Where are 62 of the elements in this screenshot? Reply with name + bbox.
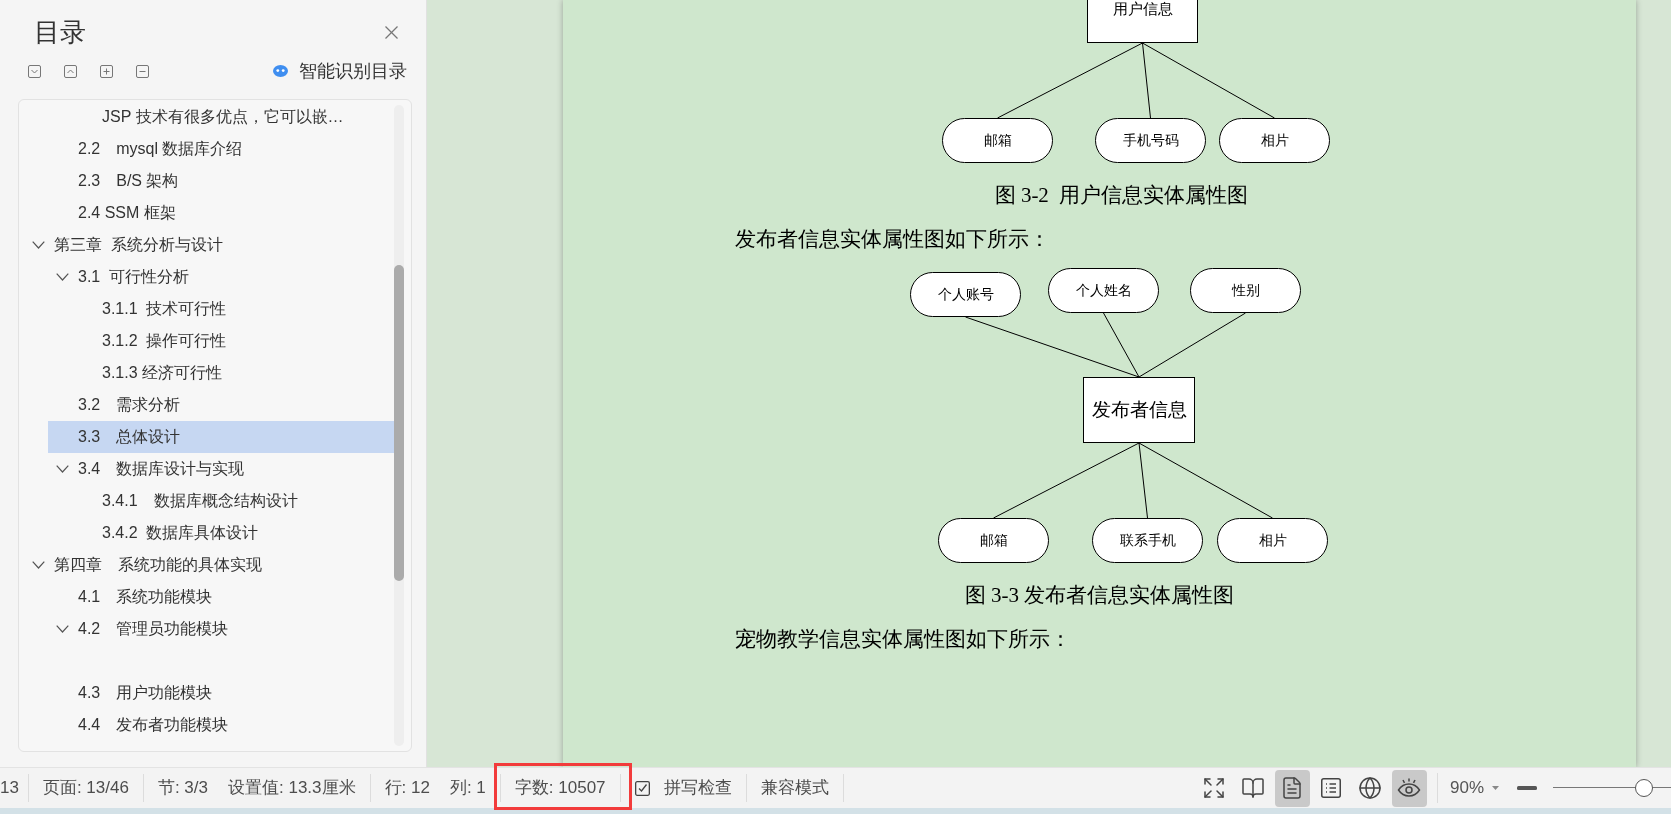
status-text: 设置值: 13.3厘米 (228, 777, 356, 800)
toc-item[interactable]: 3.1.3 经济可行性 (72, 357, 394, 389)
minus-square-icon[interactable] (136, 64, 149, 78)
toc-item[interactable]: 4.2 管理员功能模块 (48, 613, 394, 645)
caret-down-icon (1492, 786, 1499, 790)
view-mode-button[interactable] (1391, 769, 1427, 807)
toc-item[interactable]: 2.3 B/S 架构 (48, 165, 394, 197)
toc-item[interactable]: 3.4.2 数据库具体设计 (72, 517, 394, 549)
toc-item[interactable]: 3.3 总体设计 (48, 421, 394, 453)
chevron-down-square-icon[interactable] (28, 64, 41, 78)
zoom-slider-track[interactable] (1553, 778, 1671, 798)
status-text: 13 (0, 777, 19, 800)
eye-icon (1397, 776, 1422, 800)
toc-item[interactable]: 第四章 系统功能的具体实现 (24, 549, 394, 581)
toc-item[interactable]: 3.1.2 操作可行性 (72, 325, 394, 357)
toc-item[interactable]: 4.1 系统功能模块 (48, 581, 394, 613)
toc-item[interactable]: 2.4 SSM 框架 (48, 197, 394, 229)
open-book-icon (1241, 776, 1266, 800)
body-text: 发布者信息实体属性图如下所示： (735, 226, 1050, 252)
compatibility-mode-button[interactable]: 兼容模式 (760, 775, 829, 801)
chevron-up-square-icon[interactable] (64, 64, 77, 78)
toc-item[interactable]: 3.4.1 数据库概念结构设计 (72, 485, 394, 517)
zoom-level-dropdown[interactable]: 90% (1449, 775, 1499, 801)
plus-square-icon[interactable] (100, 64, 113, 78)
globe-icon (1358, 776, 1383, 800)
toc-item[interactable]: 4.3 用户功能模块 (48, 677, 394, 709)
chevron-down-icon[interactable] (56, 625, 69, 633)
figure-caption: 图 3-2 用户信息实体属性图 (994, 183, 1249, 207)
minus-icon[interactable] (1517, 786, 1537, 790)
toc-item[interactable]: 第三章 系统分析与设计 (24, 229, 394, 261)
status-text: 字数: 10507 (514, 777, 606, 800)
spell-check-button[interactable]: 拼写检查 (634, 775, 732, 801)
status-text: 行: 12 (384, 777, 430, 800)
status-text: 节: 3/3 (157, 777, 208, 800)
toc-item[interactable]: JSP 技术有很多优点，它可以嵌… (72, 101, 394, 133)
panel-title: 目录 (34, 17, 86, 47)
status-text: 页面: 13/46 (42, 777, 129, 800)
status-text: 列: 1 (449, 777, 486, 800)
close-button[interactable] (385, 25, 398, 39)
round-face-icon (273, 65, 288, 77)
zoom-slider-thumb[interactable] (1634, 779, 1653, 797)
chevron-down-icon[interactable] (32, 561, 45, 569)
toc-item[interactable]: 3.4 数据库设计与实现 (48, 453, 394, 485)
chevron-down-icon[interactable] (32, 241, 45, 249)
entity-box: 用户信息 (1087, 0, 1198, 43)
close-icon (385, 25, 398, 39)
scrollbar-thumb[interactable] (394, 265, 404, 581)
entity-box: 发布者信息 (1083, 377, 1195, 443)
list-icon (1319, 776, 1344, 800)
toc-item[interactable]: 3.2 需求分析 (48, 389, 394, 421)
toc-item[interactable]: 3.1.1 技术可行性 (72, 293, 394, 325)
expand-arrows-icon (1202, 776, 1227, 800)
toc-item[interactable]: 2.2 mysql 数据库介绍 (48, 133, 394, 165)
toc-item[interactable]: 4.4 发布者功能模块 (48, 709, 394, 741)
view-mode-button[interactable] (1274, 769, 1310, 807)
chevron-down-icon[interactable] (56, 465, 69, 473)
toc-item[interactable]: 3.1 可行性分析 (48, 261, 394, 293)
checkbox-tick-icon (634, 780, 650, 796)
body-text: 宠物教学信息实体属性图如下所示： (735, 626, 1071, 652)
figure-caption: 图 3-3 发布者信息实体属性图 (964, 583, 1235, 607)
smart-toc-button[interactable]: 智能识别目录 (273, 60, 407, 82)
chevron-down-icon[interactable] (56, 273, 69, 281)
